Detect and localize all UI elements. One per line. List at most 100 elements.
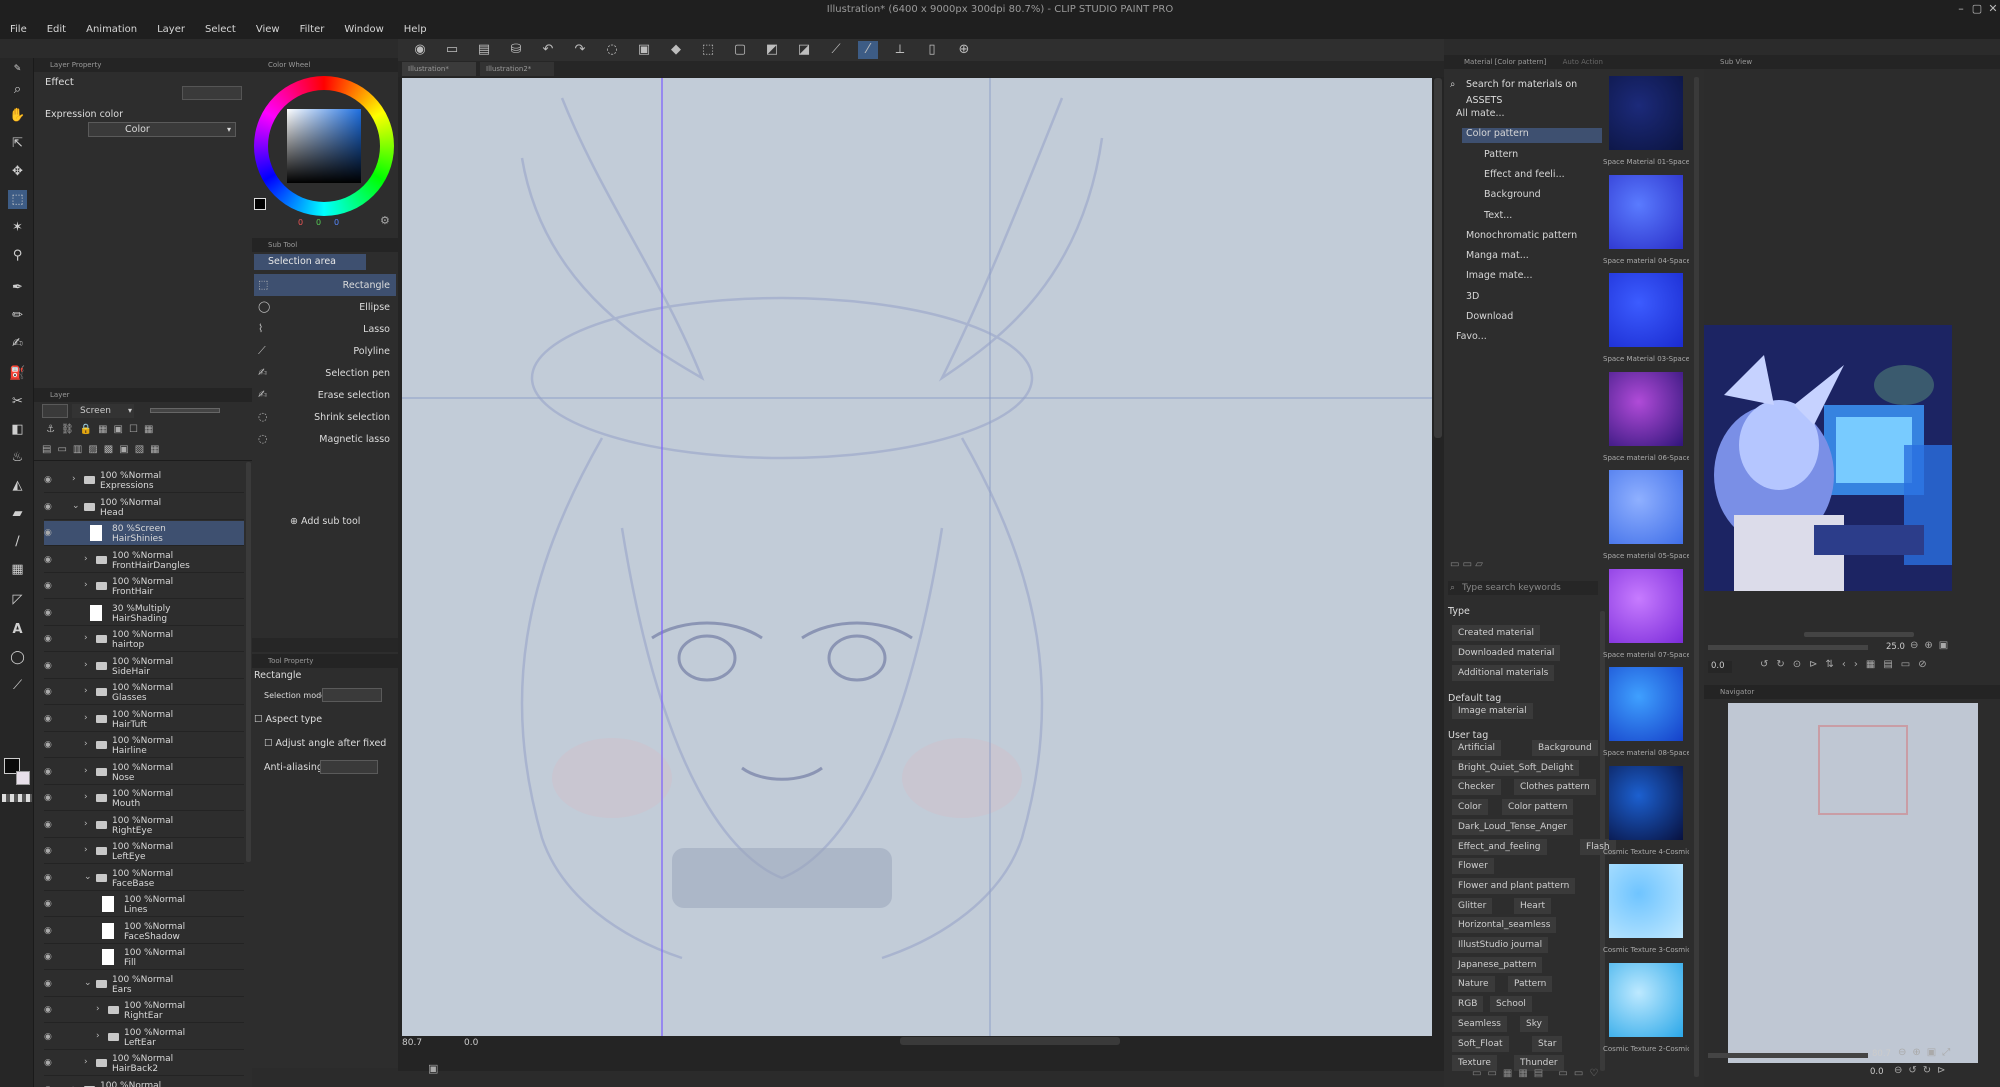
- material-tree-item[interactable]: Color pattern: [1462, 128, 1602, 144]
- eyedropper-icon[interactable]: ⚲: [8, 246, 27, 265]
- eye-icon[interactable]: ◉: [44, 793, 52, 803]
- user-tag[interactable]: Color pattern: [1502, 799, 1574, 816]
- hand-icon[interactable]: ✋: [8, 106, 27, 125]
- eye-icon[interactable]: ◉: [44, 687, 52, 697]
- sub-tool-item[interactable]: ◌ Magnetic lasso: [254, 428, 396, 450]
- sub-view-scrollbar[interactable]: [1804, 632, 1914, 637]
- fill-bucket-icon[interactable]: ◭: [8, 476, 27, 495]
- color-wheel-tab[interactable]: Color Wheel: [252, 58, 398, 72]
- saturation-value-square[interactable]: [287, 109, 361, 183]
- figure-icon[interactable]: ∕: [8, 532, 27, 551]
- canvas-angle-readout[interactable]: 0.0: [464, 1038, 478, 1048]
- auto-select-icon[interactable]: ✶: [8, 218, 27, 237]
- layer-toolbar-row-2[interactable]: ▤▭▥▨▩▣▧▦: [42, 444, 252, 458]
- opacity-slider[interactable]: [150, 408, 220, 413]
- layer-row[interactable]: ◉ 80 %Screen HairShinies: [44, 521, 244, 546]
- material-tree-item[interactable]: Background: [1480, 189, 1541, 204]
- eye-icon[interactable]: ◉: [44, 979, 52, 989]
- user-tag[interactable]: Nature: [1452, 976, 1495, 993]
- eye-icon[interactable]: ◉: [44, 899, 52, 909]
- user-tag[interactable]: Color: [1452, 799, 1488, 816]
- user-tag[interactable]: Bright_Quiet_Soft_Delight: [1452, 759, 1580, 776]
- sub-tool-item[interactable]: ✍ Erase selection: [254, 384, 396, 406]
- blend-icon[interactable]: ♨: [8, 448, 27, 467]
- layer-row[interactable]: ◉ › 100 %Normal Nose: [44, 760, 244, 785]
- transform-icon[interactable]: ⬚: [698, 41, 718, 59]
- default-tag[interactable]: Image material: [1452, 703, 1533, 719]
- expression-color-select[interactable]: Color ▾: [88, 122, 236, 137]
- layer-row[interactable]: ◉ › 100 %Normal Expressions: [44, 468, 244, 493]
- layer-tab[interactable]: Layer: [34, 388, 252, 402]
- eye-icon[interactable]: ◉: [44, 581, 52, 591]
- user-tag[interactable]: Checker: [1452, 779, 1501, 796]
- operation-icon[interactable]: ⇱: [8, 134, 27, 153]
- transparent-color-icon[interactable]: [2, 794, 32, 802]
- anti-aliasing-buttons[interactable]: [320, 760, 378, 774]
- user-tag[interactable]: Seamless: [1452, 1015, 1507, 1032]
- navigator-tab[interactable]: Navigator: [1704, 685, 2000, 699]
- navigator-zoom-value[interactable]: 80.7: [1872, 1049, 1891, 1059]
- current-color-swatch[interactable]: [254, 198, 266, 210]
- aspect-type-row[interactable]: ☐ Aspect type: [254, 714, 322, 725]
- navigator-angle-value[interactable]: 0.0: [1870, 1067, 1884, 1077]
- save-icon[interactable]: ⛁: [506, 41, 526, 59]
- eye-icon[interactable]: ◉: [44, 820, 52, 830]
- blend-mode-select[interactable]: Screen ▾: [72, 404, 134, 418]
- selection-mode-buttons[interactable]: [322, 688, 382, 702]
- chevron-down-icon[interactable]: ⌄: [84, 872, 92, 882]
- layer-row[interactable]: ◉ ⌄ 100 %Normal Ears: [44, 972, 244, 997]
- sub-tool-item[interactable]: ⬚ Rectangle: [254, 274, 396, 296]
- user-tag[interactable]: RGB: [1452, 996, 1484, 1013]
- invert-selection-icon[interactable]: ◩: [762, 41, 782, 59]
- user-tag[interactable]: Pattern: [1508, 976, 1553, 993]
- layer-type-select[interactable]: [42, 404, 68, 418]
- layer-row[interactable]: ◉ › 100 %Normal RightEar: [44, 998, 244, 1023]
- open-file-icon[interactable]: ▤: [474, 41, 494, 59]
- menu-animation[interactable]: Animation: [86, 24, 137, 35]
- selection-icon[interactable]: ⬚: [8, 190, 27, 209]
- menu-filter[interactable]: Filter: [300, 24, 325, 35]
- layer-row[interactable]: ◉ › 100 %Normal hairtop: [44, 627, 244, 652]
- material-tree-item[interactable]: Monochromatic pattern: [1462, 230, 1577, 245]
- eraser-icon[interactable]: ◧: [8, 420, 27, 439]
- sub-tool-item[interactable]: ⟋ Polyline: [254, 340, 396, 362]
- snap-grid-icon[interactable]: ⟂: [890, 41, 910, 59]
- user-tag[interactable]: Sky: [1520, 1015, 1548, 1032]
- new-file-icon[interactable]: ▭: [442, 41, 462, 59]
- material-thumbnail[interactable]: [1609, 371, 1683, 446]
- eye-icon[interactable]: ◉: [44, 740, 52, 750]
- layer-row[interactable]: ◉ › 100 %Normal FrontHair: [44, 574, 244, 599]
- snap-special-ruler-icon[interactable]: ⁄: [858, 41, 878, 59]
- sub-view-rotate-buttons[interactable]: ↺↻⊙⊳⇅‹›▦▤▭⊘: [1760, 659, 1935, 670]
- layer-row[interactable]: ◉ › 100 %Normal SideHair: [44, 654, 244, 679]
- user-tag[interactable]: School: [1490, 996, 1532, 1013]
- eye-icon[interactable]: ◉: [44, 1032, 52, 1042]
- menu-view[interactable]: View: [256, 24, 280, 35]
- text-icon[interactable]: A: [8, 620, 27, 639]
- layer-row[interactable]: ◉ ⌄ 100 %Normal FaceBase: [44, 866, 244, 891]
- sub-tool-item[interactable]: ◌ Shrink selection: [254, 406, 396, 428]
- user-tag[interactable]: Japanese_pattern: [1452, 956, 1543, 973]
- minimize-icon[interactable]: –: [1954, 2, 1968, 16]
- layer-toolbar-row-1[interactable]: ⚓⛓🔒▦▣☐▦: [46, 424, 246, 438]
- chevron-right-icon[interactable]: ›: [84, 633, 88, 643]
- chevron-right-icon[interactable]: ›: [84, 580, 88, 590]
- eye-icon[interactable]: ◉: [44, 873, 52, 883]
- chevron-right-icon[interactable]: ›: [72, 1084, 76, 1087]
- layer-scrollbar[interactable]: [246, 462, 251, 862]
- layer-row[interactable]: ◉ › 100 %Normal Mouth: [44, 786, 244, 811]
- menu-edit[interactable]: Edit: [47, 24, 66, 35]
- doc-tab-illustration2[interactable]: Illustration2*: [480, 62, 554, 76]
- chevron-right-icon[interactable]: ›: [84, 792, 88, 802]
- chevron-right-icon[interactable]: ›: [96, 1004, 100, 1014]
- eye-icon[interactable]: ◉: [44, 502, 52, 512]
- chevron-right-icon[interactable]: ›: [84, 766, 88, 776]
- sub-view-tab[interactable]: Sub View: [1704, 55, 2000, 69]
- eye-icon[interactable]: ◉: [44, 926, 52, 936]
- canvas-vertical-scrollbar[interactable]: [1434, 78, 1442, 438]
- gradient-icon[interactable]: ▰: [8, 504, 27, 523]
- material-thumbnail[interactable]: [1609, 667, 1683, 741]
- material-thumbnail[interactable]: [1609, 864, 1683, 938]
- sub-view-angle-value[interactable]: 0.0: [1708, 661, 1732, 673]
- sub-tool-tab[interactable]: Sub Tool: [252, 238, 398, 252]
